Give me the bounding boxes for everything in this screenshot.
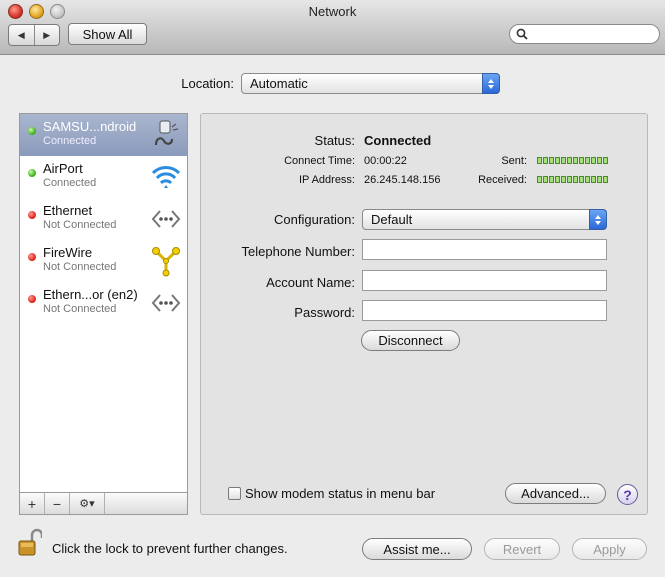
help-button[interactable]: ? [617,484,638,505]
status-dot-green [28,127,36,135]
service-name: SAMSU...ndroid [43,119,137,134]
connect-time-value: 00:00:22 [364,155,407,167]
service-status: Not Connected [43,303,117,315]
telephone-number-label: Telephone Number: [241,244,355,259]
search-input[interactable] [532,26,658,44]
telephone-number-field[interactable] [362,239,607,260]
service-name: AirPort [43,161,83,176]
wifi-icon [150,161,182,193]
ethernet-icon [150,203,182,235]
account-name-label: Account Name: [266,275,355,290]
popup-arrows-icon [482,73,500,94]
password-field[interactable] [362,300,607,321]
service-status: Connected [43,135,97,147]
back-button[interactable]: ◀ [9,25,34,45]
apply-button[interactable]: Apply [572,538,647,560]
service-item-ethernet[interactable]: Ethernet Not Connected [20,198,187,240]
sent-meter [537,157,608,164]
phone-modem-icon [150,119,182,151]
assist-me-button[interactable]: Assist me... [362,538,472,560]
revert-button[interactable]: Revert [484,538,560,560]
account-name-field[interactable] [362,270,607,291]
received-meter [537,176,608,183]
configuration-value: Default [371,212,413,227]
service-name: Ethernet [43,203,93,218]
search-icon [516,28,528,43]
show-all-button[interactable]: Show All [68,23,147,45]
service-status: Connected [43,177,97,189]
firewire-icon [150,245,182,277]
action-menu-button[interactable]: ⚙▾ [70,493,105,514]
status-value: Connected [364,133,432,148]
status-dot-red [28,211,36,219]
network-preferences-window: Network ◀ ▶ Show All Location: Automatic… [0,0,665,577]
lock-icon[interactable] [18,528,44,558]
service-detail-panel: Status: Connected Connect Time: 00:00:22… [200,113,648,515]
window-title: Network [308,4,357,19]
ip-address-value: 26.245.148.156 [364,174,441,186]
service-item-firewire[interactable]: FireWire Not Connected [20,240,187,282]
service-item-samsung[interactable]: SAMSU...ndroid Connected [20,114,187,156]
service-status: Not Connected [43,219,117,231]
disconnect-button[interactable]: Disconnect [361,330,460,351]
status-dot-red [28,253,36,261]
show-modem-status-label: Show modem status in menu bar [245,486,436,501]
service-list: SAMSU...ndroid Connected AirPort Connect… [19,113,188,515]
status-dot-green [28,169,36,177]
forward-button[interactable]: ▶ [33,25,60,45]
status-label: Status: [314,133,355,148]
ip-address-label: IP Address: [298,174,355,186]
received-label: Received: [478,174,527,186]
lock-message: Click the lock to prevent further change… [52,541,288,556]
ethernet-icon [150,287,182,319]
location-popup[interactable]: Automatic [241,73,500,94]
remove-service-button[interactable]: − [45,493,70,514]
service-item-ethernet-en2[interactable]: Ethern...or (en2) Not Connected [20,282,187,324]
advanced-button[interactable]: Advanced... [505,483,606,504]
title-bar: Network ◀ ▶ Show All [0,0,665,55]
service-name: Ethern...or (en2) [43,287,138,302]
service-list-toolbar: + − ⚙▾ [19,492,188,515]
back-forward-control: ◀ ▶ [8,24,60,46]
configuration-popup[interactable]: Default [362,209,607,230]
show-modem-status-checkbox[interactable] [228,487,241,500]
popup-arrows-icon [589,209,607,230]
password-label: Password: [294,305,355,320]
location-label: Location: [181,76,234,91]
service-status: Not Connected [43,261,117,273]
location-value: Automatic [250,76,308,91]
service-item-airport[interactable]: AirPort Connected [20,156,187,198]
status-dot-red [28,295,36,303]
service-name: FireWire [43,245,93,260]
sent-label: Sent: [501,155,527,167]
configuration-label: Configuration: [274,212,355,227]
add-service-button[interactable]: + [20,493,45,514]
search-field[interactable] [509,24,660,44]
connect-time-label: Connect Time: [284,155,355,167]
